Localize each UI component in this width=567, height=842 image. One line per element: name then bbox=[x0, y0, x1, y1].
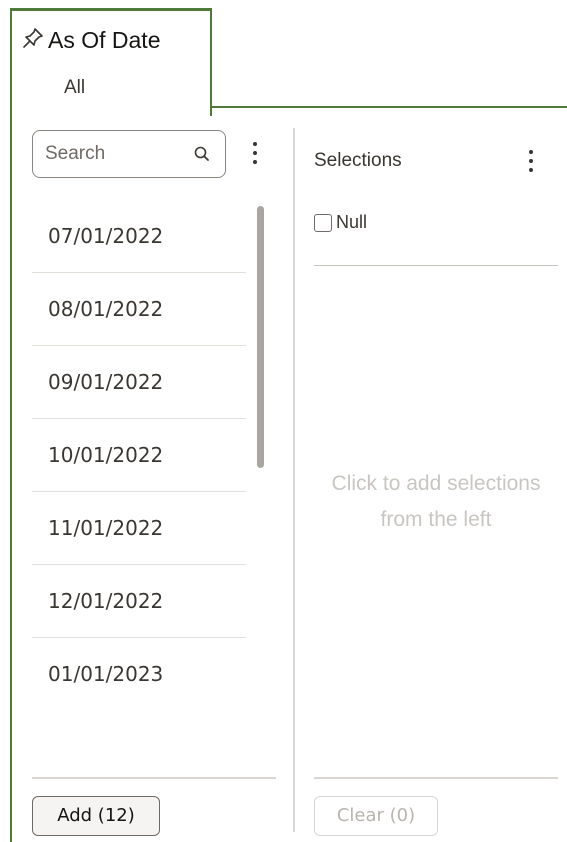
null-label: Null bbox=[336, 212, 368, 232]
list-item[interactable]: 12/01/2022 bbox=[32, 565, 246, 638]
values-list: 07/01/2022 08/01/2022 09/01/2022 10/01/2… bbox=[32, 200, 246, 711]
list-scrollbar[interactable] bbox=[257, 206, 264, 468]
null-checkbox[interactable] bbox=[314, 214, 332, 232]
selections-divider bbox=[314, 265, 558, 266]
left-menu-kebab-icon[interactable] bbox=[250, 142, 260, 168]
list-item[interactable]: 08/01/2022 bbox=[32, 273, 246, 346]
list-item[interactable]: 10/01/2022 bbox=[32, 419, 246, 492]
right-footer-divider bbox=[314, 777, 558, 779]
panel-divider bbox=[293, 128, 295, 832]
right-menu-kebab-icon[interactable] bbox=[526, 150, 536, 176]
list-item[interactable]: 07/01/2022 bbox=[32, 200, 246, 273]
add-button[interactable]: Add (12) bbox=[32, 796, 160, 836]
selections-title: Selections bbox=[314, 150, 402, 171]
list-item[interactable]: 11/01/2022 bbox=[32, 492, 246, 565]
panel-border bbox=[10, 116, 12, 842]
list-item[interactable]: 09/01/2022 bbox=[32, 346, 246, 419]
clear-button[interactable]: Clear (0) bbox=[314, 796, 438, 836]
pin-icon[interactable] bbox=[22, 27, 44, 49]
search-box[interactable] bbox=[32, 130, 226, 178]
tab-title: As Of Date bbox=[48, 27, 161, 53]
search-icon[interactable] bbox=[193, 145, 211, 163]
list-item[interactable]: 01/01/2023 bbox=[32, 638, 246, 711]
filter-tab[interactable]: As Of Date All bbox=[10, 8, 212, 116]
empty-selections-hint: Click to add selections from the left bbox=[331, 472, 541, 531]
left-footer-divider bbox=[32, 777, 276, 779]
tab-divider bbox=[210, 106, 567, 108]
tab-subtitle: All bbox=[64, 77, 86, 98]
search-input[interactable] bbox=[45, 141, 185, 167]
